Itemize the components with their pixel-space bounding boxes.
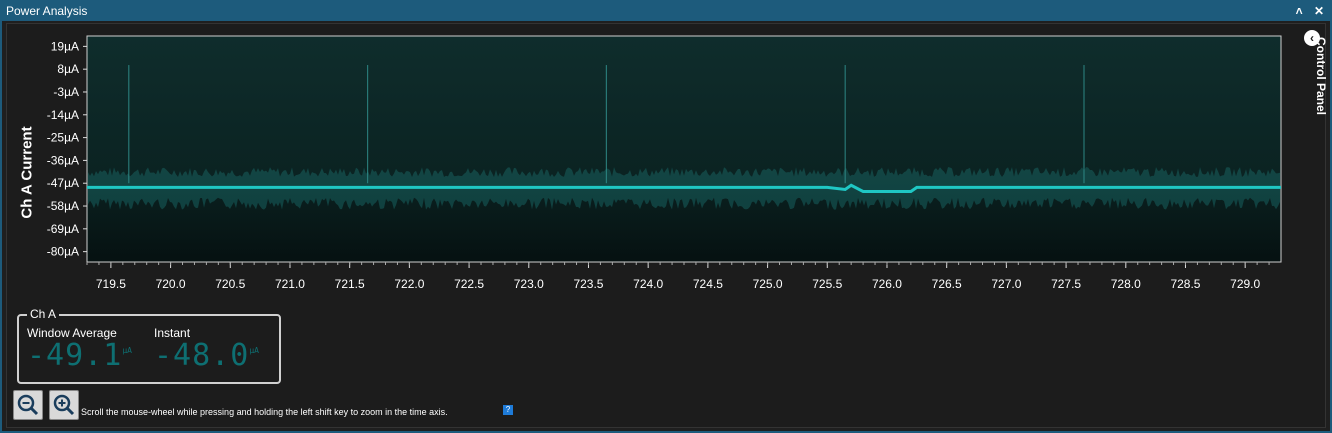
y-tick-label: -14µA [47, 108, 79, 122]
zoom-out-button[interactable] [13, 390, 43, 420]
x-tick-label: 720.0 [156, 277, 186, 291]
y-tick-label: -36µA [47, 153, 79, 167]
x-tick-label: 727.0 [991, 277, 1021, 291]
chart-svg[interactable]: 19µA 8µA -3µA -14µA -25µA -36µA -47µA -58µA -69µ… [35, 32, 1285, 304]
title-bar: Power Analysis ˄ ✕ [2, 2, 1330, 21]
y-tick-label: -58µA [47, 199, 79, 213]
zoom-in-icon [53, 394, 75, 416]
x-tick-label: 725.5 [812, 277, 842, 291]
x-tick-label: 728.0 [1111, 277, 1141, 291]
y-tick-label: 19µA [51, 39, 79, 53]
y-tick-label: -3µA [53, 85, 79, 99]
x-tick-label: 725.0 [753, 277, 783, 291]
x-tick-label: 728.5 [1170, 277, 1200, 291]
help-button[interactable]: ? [503, 405, 513, 415]
y-tick-label: -47µA [47, 176, 79, 190]
x-tick-label: 726.5 [932, 277, 962, 291]
x-tick-label: 722.0 [394, 277, 424, 291]
x-tick-label: 726.0 [872, 277, 902, 291]
control-panel-label[interactable]: Control Panel [1314, 37, 1328, 137]
x-tick-label: 722.5 [454, 277, 484, 291]
y-tick-label: 8µA [57, 62, 79, 76]
x-tick-label: 721.5 [335, 277, 365, 291]
x-tick-label: 724.5 [693, 277, 723, 291]
power-analysis-window: Power Analysis ˄ ✕ Ch A Current 19µA 8µA -… [0, 0, 1332, 433]
y-axis-label: Ch A Current [18, 126, 36, 219]
zoom-hint-text: Scroll the mouse-wheel while pressing an… [81, 407, 448, 417]
x-tick-label: 727.5 [1051, 277, 1081, 291]
chart[interactable]: 19µA 8µA -3µA -14µA -25µA -36µA -47µA -58µA -69µ… [35, 32, 1285, 309]
window-average-value: -49.1µA [27, 338, 132, 373]
x-tick-label: 723.0 [514, 277, 544, 291]
y-tick-label: -80µA [47, 245, 79, 259]
channel-a-panel: Ch A Window Average Instant -49.1µA -48.… [17, 307, 281, 384]
window-title: Power Analysis [6, 4, 88, 18]
plot-area [86, 35, 1282, 263]
x-tick-label: 720.5 [215, 277, 245, 291]
x-tick-label: 719.5 [96, 277, 126, 291]
instant-value: -48.0µA [154, 338, 259, 373]
x-tick-label: 723.5 [573, 277, 603, 291]
chevron-up-icon[interactable]: ˄ [1296, 4, 1303, 18]
x-tick-label: 721.0 [275, 277, 305, 291]
zoom-out-icon [17, 394, 39, 416]
y-tick-label: -25µA [47, 131, 79, 145]
main-panel: Ch A Current 19µA 8µA -3µA -14µA -25µA -36µA -… [6, 23, 1328, 428]
channel-title: Ch A [27, 307, 60, 321]
x-tick-label: 729.0 [1230, 277, 1260, 291]
close-icon[interactable]: ✕ [1314, 4, 1324, 18]
x-tick-label: 724.0 [633, 277, 663, 291]
y-tick-label: -69µA [47, 222, 79, 236]
zoom-in-button[interactable] [49, 390, 79, 420]
control-panel-toggle[interactable]: ‹ Control Panel [1301, 30, 1328, 140]
